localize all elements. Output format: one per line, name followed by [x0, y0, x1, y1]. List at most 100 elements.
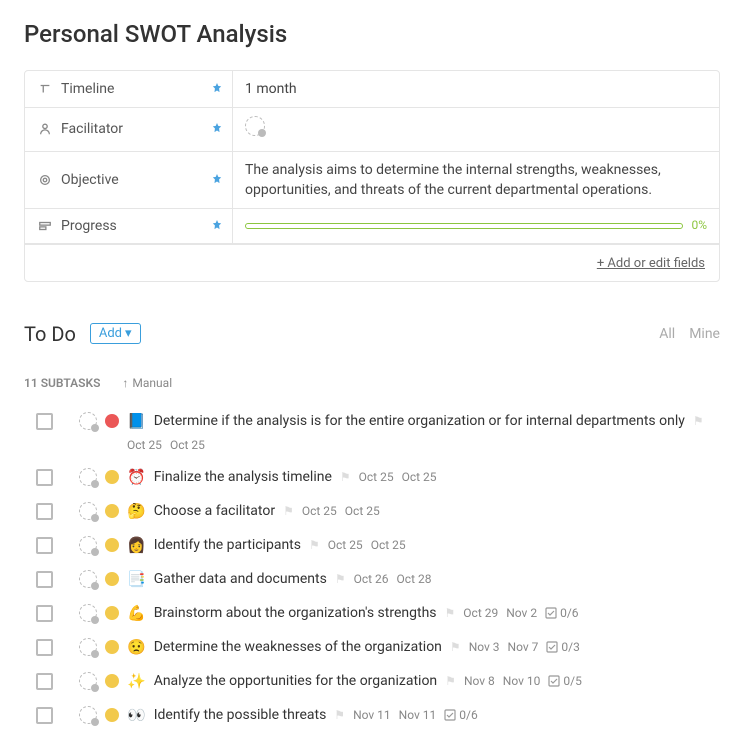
subtask-count-text: 0/6 [459, 708, 477, 722]
task-end-date[interactable]: Oct 25 [402, 470, 437, 484]
task-row[interactable]: 📘Determine if the analysis is for the en… [24, 404, 720, 460]
field-facilitator[interactable]: Facilitator [25, 108, 719, 151]
task-checkbox[interactable] [36, 707, 53, 724]
assignee-placeholder-icon[interactable] [245, 116, 265, 136]
task-row[interactable]: 💪 Brainstorm about the organization's str… [24, 596, 720, 630]
priority-dot[interactable] [105, 708, 119, 722]
task-row[interactable]: ✨Analyze the opportunities for the organ… [24, 664, 720, 698]
task-start-date[interactable]: Oct 26 [354, 572, 389, 586]
task-checkbox[interactable] [36, 413, 53, 430]
assignee-placeholder-icon[interactable] [79, 502, 97, 520]
task-title[interactable]: Brainstorm about the organization's stre… [154, 605, 437, 621]
field-value-facilitator[interactable] [233, 108, 719, 150]
task-checkbox[interactable] [36, 571, 53, 588]
task-end-date[interactable]: Nov 2 [506, 606, 537, 620]
task-start-date[interactable]: Oct 25 [359, 470, 394, 484]
priority-dot[interactable] [105, 504, 119, 518]
subtask-count-badge[interactable]: 0/6 [444, 708, 477, 722]
field-value-progress[interactable]: 0% [233, 209, 719, 242]
task-end-date[interactable]: Oct 28 [397, 572, 432, 586]
task-start-date[interactable]: Oct 25 [328, 538, 363, 552]
task-start-date[interactable]: Nov 3 [469, 640, 500, 654]
assignee-placeholder-icon[interactable] [79, 468, 97, 486]
add-button[interactable]: Add ▾ [90, 323, 141, 344]
task-end-date[interactable]: Oct 25 [170, 438, 205, 452]
task-title[interactable]: Determine the weaknesses of the organiza… [154, 639, 442, 655]
priority-dot[interactable] [105, 640, 119, 654]
task-body: 👩Identify the participants⚑Oct 25Oct 25 [127, 536, 720, 554]
add-button-label: Add [99, 326, 122, 341]
task-end-date[interactable]: Oct 25 [345, 504, 380, 518]
task-checkbox[interactable] [36, 673, 53, 690]
task-body: 👀Identify the possible threats⚑Nov 11Nov… [127, 706, 720, 724]
task-row[interactable]: ⏰Finalize the analysis timeline⚑Oct 25Oc… [24, 460, 720, 494]
filter-all[interactable]: All [659, 326, 675, 342]
priority-dot[interactable] [105, 606, 119, 620]
pin-icon[interactable] [212, 82, 222, 96]
task-body: ✨Analyze the opportunities for the organ… [127, 672, 720, 690]
field-progress[interactable]: Progress 0% [25, 209, 719, 243]
task-checkbox[interactable] [36, 605, 53, 622]
field-label-text: Progress [61, 218, 117, 234]
task-title[interactable]: Choose a facilitator [154, 503, 275, 519]
assignee-placeholder-icon[interactable] [79, 412, 97, 430]
assignee-placeholder-icon[interactable] [79, 604, 97, 622]
task-start-date[interactable]: Oct 25 [302, 504, 337, 518]
task-title[interactable]: Analyze the opportunities for the organi… [154, 673, 437, 689]
assignee-placeholder-icon[interactable] [79, 570, 97, 588]
task-end-date[interactable]: Oct 25 [371, 538, 406, 552]
task-title[interactable]: Identify the participants [154, 537, 301, 553]
field-objective[interactable]: Objective The analysis aims to determine… [25, 152, 719, 210]
task-checkbox[interactable] [36, 639, 53, 656]
task-row[interactable]: 😟Determine the weaknesses of the organiz… [24, 630, 720, 664]
priority-dot[interactable] [105, 470, 119, 484]
task-start-date[interactable]: Nov 8 [464, 674, 495, 688]
subtask-count-badge[interactable]: 0/6 [545, 606, 578, 620]
flag-icon: ⚑ [335, 572, 346, 586]
task-start-date[interactable]: Nov 11 [353, 708, 391, 722]
assignee-placeholder-icon[interactable] [79, 672, 97, 690]
assignee-placeholder-icon[interactable] [79, 638, 97, 656]
add-fields-link[interactable]: + Add or edit fields [597, 256, 705, 271]
field-timeline[interactable]: Timeline 1 month [25, 71, 719, 108]
field-label-timeline: Timeline [25, 71, 233, 107]
field-value-objective[interactable]: The analysis aims to determine the inter… [233, 152, 719, 209]
subtask-count-badge[interactable]: 0/3 [546, 640, 579, 654]
task-row[interactable]: 👀Identify the possible threats⚑Nov 11Nov… [24, 698, 720, 732]
task-row[interactable]: 📑 Gather data and documents ⚑ Oct 26 Oct 28 [24, 562, 720, 596]
pin-icon[interactable] [212, 122, 222, 136]
filter-mine[interactable]: Mine [689, 326, 720, 342]
task-body: 📑 Gather data and documents ⚑ Oct 26 Oct 28 [127, 570, 720, 588]
task-end-date[interactable]: Nov 7 [508, 640, 539, 654]
task-end-date[interactable]: Nov 10 [503, 674, 541, 688]
task-title[interactable]: Finalize the analysis timeline [154, 469, 332, 485]
progress-bar[interactable] [245, 223, 683, 229]
priority-dot[interactable] [105, 414, 119, 428]
task-checkbox[interactable] [36, 503, 53, 520]
pin-icon[interactable] [212, 173, 222, 187]
task-title[interactable]: Determine if the analysis is for the ent… [154, 413, 685, 429]
task-start-date[interactable]: Oct 25 [127, 438, 162, 452]
task-checkbox[interactable] [36, 537, 53, 554]
task-title[interactable]: Identify the possible threats [154, 707, 327, 723]
field-label-objective: Objective [25, 152, 233, 209]
assignee-placeholder-icon[interactable] [79, 706, 97, 724]
task-emoji-icon: 📑 [127, 570, 146, 588]
priority-dot[interactable] [105, 572, 119, 586]
field-value-timeline[interactable]: 1 month [233, 71, 719, 107]
task-row[interactable]: 👩Identify the participants⚑Oct 25Oct 25 [24, 528, 720, 562]
pin-icon[interactable] [212, 219, 222, 233]
priority-dot[interactable] [105, 538, 119, 552]
priority-dot[interactable] [105, 674, 119, 688]
task-start-date[interactable]: Oct 29 [463, 606, 498, 620]
field-label-text: Objective [61, 172, 119, 188]
assignee-placeholder-icon[interactable] [79, 536, 97, 554]
task-end-date[interactable]: Nov 11 [399, 708, 437, 722]
sort-manual[interactable]: ↑ Manual [122, 376, 172, 390]
subtask-count-badge[interactable]: 0/5 [548, 674, 581, 688]
task-row[interactable]: 🤔Choose a facilitator⚑Oct 25Oct 25 [24, 494, 720, 528]
flag-icon: ⚑ [693, 414, 704, 428]
task-title[interactable]: Gather data and documents [154, 571, 327, 587]
task-checkbox[interactable] [36, 469, 53, 486]
task-emoji-icon: 💪 [127, 604, 146, 622]
